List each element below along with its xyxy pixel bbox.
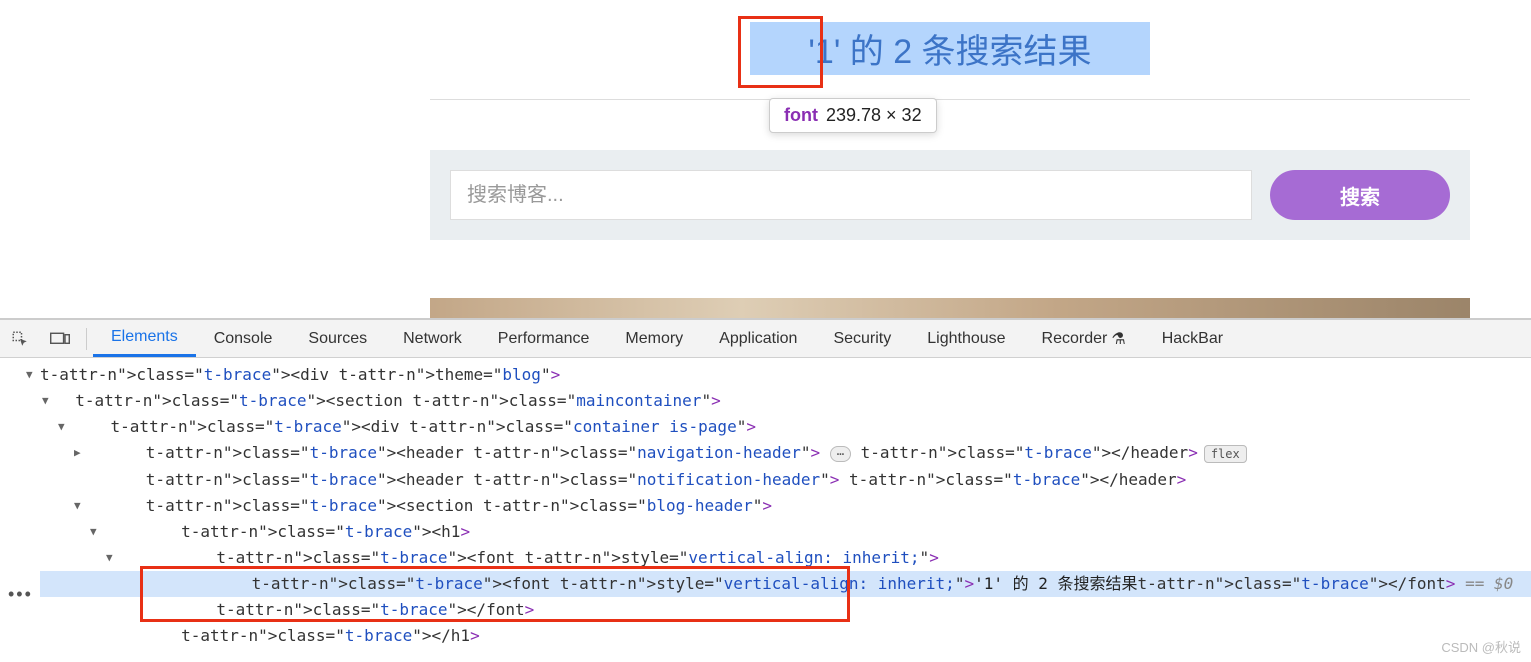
tab-console[interactable]: Console <box>196 320 291 357</box>
flask-icon: ⚗ <box>1111 329 1125 349</box>
flex-badge[interactable]: flex <box>1204 445 1247 463</box>
divider <box>430 99 1470 100</box>
page-area: '1' 的 2 条搜索结果 font239.78 × 32 搜索 <box>0 0 1531 318</box>
dom-line[interactable]: t-attr-n">class="t-brace"><header t-attr… <box>40 467 1531 493</box>
tab-elements[interactable]: Elements <box>93 320 196 357</box>
dom-line[interactable]: ▼ t-attr-n">class="t-brace"><div t-attr-… <box>40 414 1531 440</box>
tab-security[interactable]: Security <box>815 320 909 357</box>
tab-performance[interactable]: Performance <box>480 320 608 357</box>
tab-lighthouse[interactable]: Lighthouse <box>909 320 1023 357</box>
dom-line[interactable]: ▼ t-attr-n">class="t-brace"><section t-a… <box>40 388 1531 414</box>
devtools-panel: ElementsConsoleSourcesNetworkPerformance… <box>0 318 1531 662</box>
tab-sources[interactable]: Sources <box>290 320 385 357</box>
watermark: CSDN @秋说 <box>1441 637 1521 656</box>
search-input[interactable] <box>450 170 1252 220</box>
ellipsis-icon[interactable]: ⋯ <box>830 446 851 462</box>
tab-hackbar[interactable]: HackBar <box>1144 320 1241 357</box>
tab-network[interactable]: Network <box>385 320 480 357</box>
devtools-tabs: ElementsConsoleSourcesNetworkPerformance… <box>93 320 1241 357</box>
tab-memory[interactable]: Memory <box>607 320 701 357</box>
dom-line[interactable]: t-attr-n">class="t-brace"></h1> <box>40 623 1531 649</box>
devtools-toolbar: ElementsConsoleSourcesNetworkPerformance… <box>0 320 1531 358</box>
tooltip-tag: font <box>784 105 818 125</box>
search-panel: 搜索 <box>430 150 1470 240</box>
annotation-box-dom <box>140 566 850 622</box>
more-dots-icon[interactable]: ••• <box>8 584 33 605</box>
dom-line[interactable]: ▼ t-attr-n">class="t-brace"><h1> <box>40 519 1531 545</box>
banner-image <box>430 298 1470 318</box>
tab-application[interactable]: Application <box>701 320 815 357</box>
search-button[interactable]: 搜索 <box>1270 170 1450 220</box>
inspect-icon[interactable] <box>0 330 40 348</box>
annotation-box-heading <box>738 16 823 88</box>
tab-recorder[interactable]: Recorder⚗ <box>1024 320 1144 357</box>
dom-line[interactable]: ▼ t-attr-n">class="t-brace"><section t-a… <box>40 493 1531 519</box>
inspect-tooltip: font 239.78 × 32 <box>769 98 937 133</box>
dom-line[interactable]: ▶ t-attr-n">class="t-brace"><header t-at… <box>40 440 1531 467</box>
toolbar-divider <box>86 328 87 350</box>
dom-line[interactable]: ▼t-attr-n">class="t-brace"><div t-attr-n… <box>40 362 1531 388</box>
tooltip-dimensions: 239.78 × 32 <box>826 105 922 125</box>
device-toggle-icon[interactable] <box>40 332 80 346</box>
